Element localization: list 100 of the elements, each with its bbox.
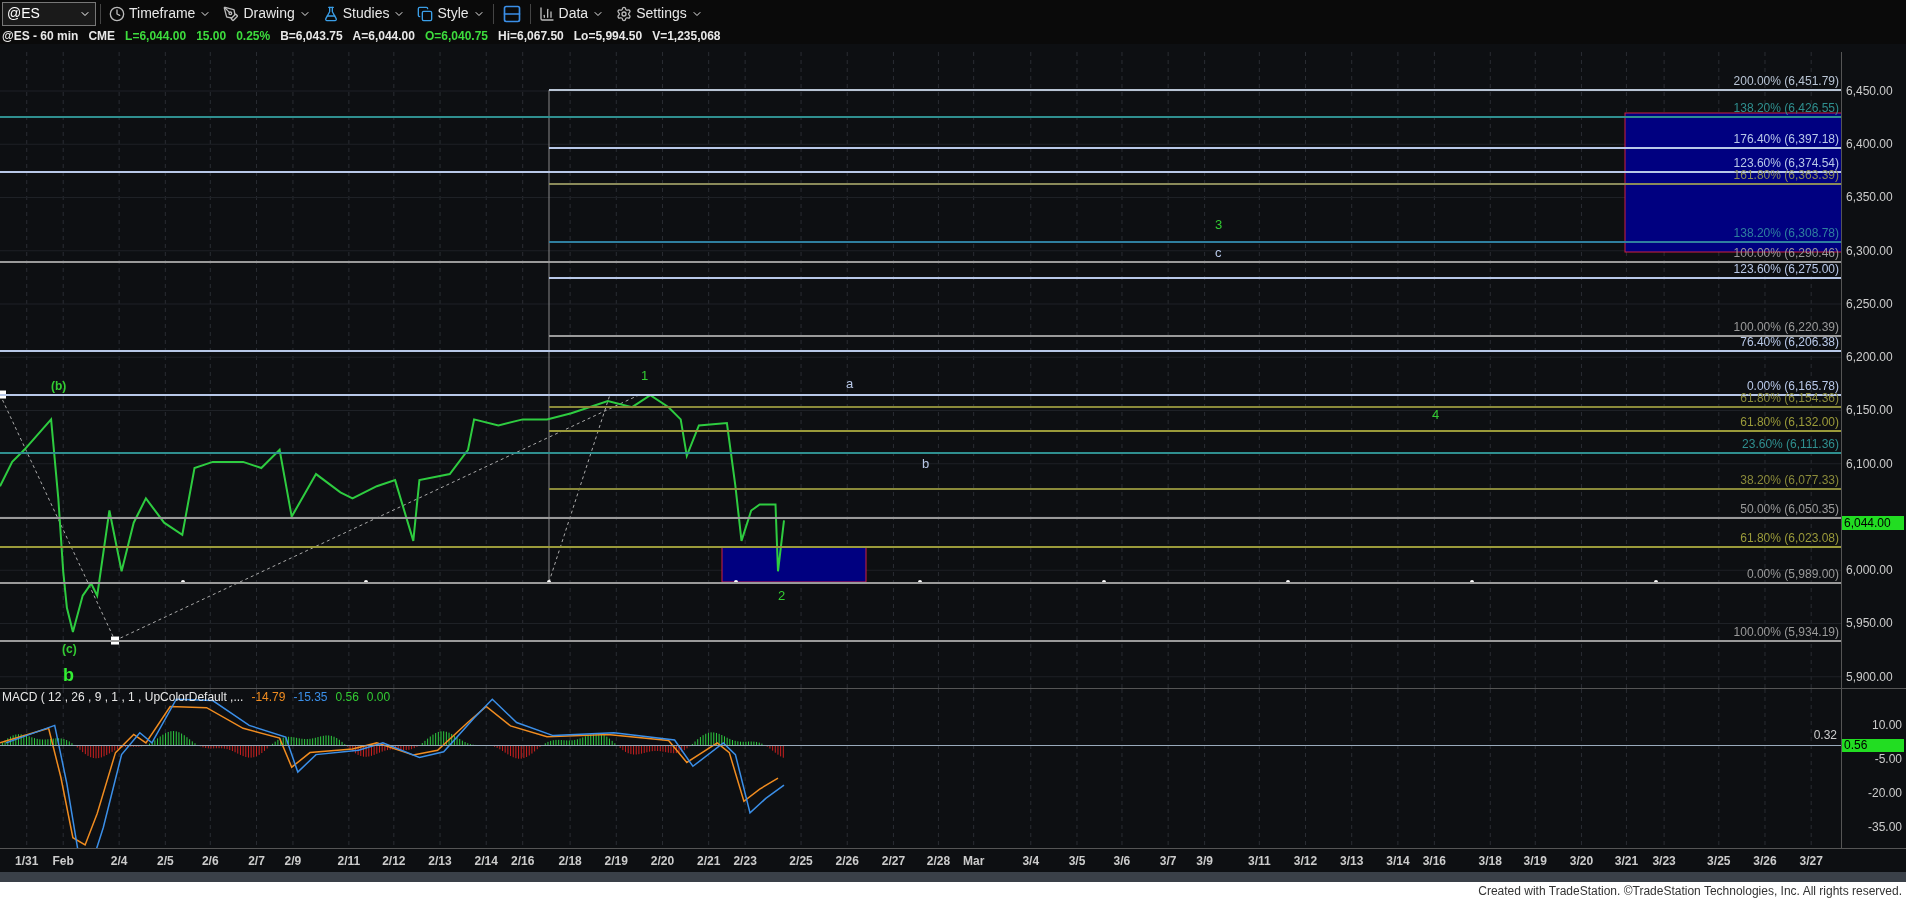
quote-value: 15.00 bbox=[196, 27, 227, 45]
fibonacci-label: 0.00% (6,165.78) bbox=[1746, 379, 1839, 392]
toolbar-icon bbox=[417, 5, 434, 22]
date-tick: 2/23 bbox=[733, 855, 757, 868]
date-tick: 2/27 bbox=[881, 855, 906, 868]
date-tick: 3/16 bbox=[1422, 855, 1447, 868]
toolbar-icon bbox=[109, 5, 125, 22]
date-tick: 2/4 bbox=[110, 855, 128, 868]
price-tick: 5,900.00 bbox=[1846, 670, 1893, 683]
toolbar-button[interactable]: Studies bbox=[318, 1, 410, 26]
date-tick: 2/9 bbox=[284, 855, 302, 868]
date-tick: 2/21 bbox=[697, 855, 721, 868]
toolbar-icon bbox=[616, 5, 633, 22]
quote-value: CME bbox=[88, 27, 116, 45]
date-tick: 3/23 bbox=[1652, 855, 1676, 868]
date-tick: 3/19 bbox=[1523, 855, 1547, 868]
wave-label: (b) bbox=[51, 379, 67, 392]
toolbar-button[interactable]: Drawing bbox=[219, 1, 315, 26]
toolbar-button[interactable]: Data bbox=[534, 1, 609, 26]
date-tick: 2/19 bbox=[604, 855, 628, 868]
wave-label: a bbox=[846, 376, 854, 390]
toolbar-icon bbox=[223, 5, 240, 22]
price-tick: 6,100.00 bbox=[1846, 457, 1893, 470]
wave-label: 2 bbox=[778, 588, 786, 602]
toolbar-button[interactable]: Settings bbox=[612, 1, 707, 26]
symbol-field[interactable]: @ES bbox=[2, 1, 96, 26]
date-tick: 2/14 bbox=[474, 855, 498, 868]
date-tick: 3/5 bbox=[1068, 855, 1086, 868]
quote-value: 0.25% bbox=[236, 27, 271, 45]
price-tick: 6,000.00 bbox=[1846, 564, 1893, 577]
price-tick: 6,400.00 bbox=[1846, 138, 1893, 151]
date-tick: 2/6 bbox=[201, 855, 219, 868]
date-tick: 2/16 bbox=[511, 855, 535, 868]
fibonacci-label: 61.80% (6,023.08) bbox=[1740, 531, 1839, 544]
macd-tick: -20.00 bbox=[1867, 787, 1902, 800]
date-tick: 3/26 bbox=[1753, 855, 1777, 868]
quote-value: A=6,044.00 bbox=[352, 27, 415, 45]
price-tick: 6,150.00 bbox=[1846, 404, 1893, 417]
quote-value: O=6,040.75 bbox=[424, 27, 489, 45]
toolbar-button[interactable]: Style bbox=[413, 1, 489, 26]
wave-label: 3 bbox=[1215, 217, 1223, 231]
last-price-badge: 6,044.00 bbox=[1842, 516, 1904, 531]
fibonacci-label: 100.00% (5,934.19) bbox=[1733, 626, 1839, 639]
date-tick: 3/12 bbox=[1293, 855, 1318, 868]
wave-label: (c) bbox=[62, 642, 77, 655]
date-tick: 2/25 bbox=[789, 855, 813, 868]
fibonacci-label: 76.40% (6,206.38) bbox=[1740, 336, 1839, 349]
quote-value: @ES - 60 min bbox=[2, 27, 79, 45]
macd-tick: -35.00 bbox=[1867, 821, 1902, 834]
wave-label: 1 bbox=[641, 368, 649, 382]
date-tick: 2/12 bbox=[382, 855, 406, 868]
date-tick: 2/26 bbox=[835, 855, 859, 868]
date-tick: 3/9 bbox=[1196, 855, 1213, 868]
wave-label: c bbox=[1215, 245, 1222, 259]
date-tick: 3/18 bbox=[1478, 855, 1502, 868]
fibonacci-label: 50.00% (6,050.35) bbox=[1740, 502, 1839, 515]
macd-value: -15.35 bbox=[293, 691, 328, 704]
date-tick: 3/14 bbox=[1386, 855, 1410, 868]
fibonacci-label: 23.60% (6,111.36) bbox=[1742, 437, 1839, 450]
macd-title: MACD ( 12 , 26 , 9 , 1 , 1 , UpColorDefault ,... bbox=[2, 691, 244, 704]
fibonacci-label: 200.00% (6,451.79) bbox=[1733, 75, 1839, 87]
layout-icon[interactable] bbox=[501, 3, 522, 24]
date-tick: 2/28 bbox=[926, 855, 951, 868]
date-tick: 2/7 bbox=[248, 855, 265, 868]
date-tick: 2/11 bbox=[337, 855, 361, 868]
horizontal-scrollbar[interactable] bbox=[0, 872, 1906, 882]
macd-tick: 10.00 bbox=[1871, 719, 1902, 732]
quote-value: Hi=6,067.50 bbox=[498, 27, 564, 45]
fibonacci-label: 123.60% (6,374.54) bbox=[1733, 157, 1839, 170]
date-tick: 2/18 bbox=[558, 855, 582, 868]
date-tick: 3/21 bbox=[1614, 855, 1639, 868]
toolbar-icon bbox=[322, 5, 339, 22]
date-tick: 3/11 bbox=[1247, 855, 1271, 868]
price-tick: 6,200.00 bbox=[1846, 351, 1893, 364]
copyright-text: Created with TradeStation. ©TradeStation Technologies, Inc. All rights reserved. bbox=[1478, 883, 1902, 900]
quote-value: B=6,043.75 bbox=[280, 27, 343, 45]
fibonacci-label: 176.40% (6,397.18) bbox=[1733, 133, 1839, 146]
price-tick: 6,250.00 bbox=[1846, 297, 1893, 310]
macd-line-label: 0.32 bbox=[1813, 729, 1837, 742]
fibonacci-label: 0.00% (5,989.00) bbox=[1746, 567, 1839, 580]
fibonacci-label: 100.00% (6,220.39) bbox=[1733, 321, 1839, 334]
date-tick: 3/6 bbox=[1113, 855, 1131, 868]
quote-value: Lo=5,994.50 bbox=[573, 27, 643, 45]
fibonacci-label: 138.20% (6,308.78) bbox=[1733, 227, 1839, 240]
quote-value: V=1,235,068 bbox=[652, 27, 721, 45]
quote-value: L=6,044.00 bbox=[125, 27, 187, 45]
date-tick: 3/13 bbox=[1340, 855, 1364, 868]
date-tick: 3/7 bbox=[1159, 855, 1177, 868]
wave-label: 4 bbox=[1432, 407, 1440, 421]
date-tick: 3/27 bbox=[1799, 855, 1823, 868]
date-tick: 2/13 bbox=[428, 855, 452, 868]
date-tick: Mar bbox=[963, 855, 985, 868]
macd-tick: -5.00 bbox=[1874, 753, 1902, 766]
macd-badge: 0.56 bbox=[1842, 739, 1904, 753]
fibonacci-label: 138.20% (6,426.55) bbox=[1733, 101, 1839, 114]
toolbar-button[interactable]: Timeframe bbox=[105, 1, 216, 26]
date-tick: Feb bbox=[52, 855, 74, 868]
date-tick: 3/25 bbox=[1707, 855, 1731, 868]
date-tick: 3/4 bbox=[1022, 855, 1040, 868]
date-tick: 2/20 bbox=[650, 855, 675, 868]
